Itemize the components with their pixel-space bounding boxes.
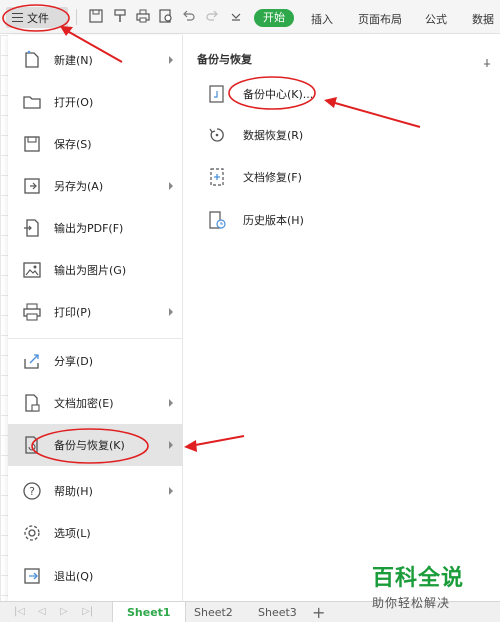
submenu-arrow-icon bbox=[169, 182, 173, 190]
menu-item-label: 保存(S) bbox=[54, 138, 92, 151]
submenu-item-label: 历史版本(H) bbox=[243, 214, 304, 227]
tab-data[interactable]: 数据 bbox=[472, 11, 494, 27]
menu-item-save[interactable]: 保存(S) bbox=[8, 123, 183, 165]
exit-icon bbox=[22, 566, 42, 586]
print-preview-icon[interactable] bbox=[159, 9, 173, 23]
menu-item-label: 分享(D) bbox=[54, 355, 94, 368]
backup-icon bbox=[22, 435, 42, 455]
hamburger-icon bbox=[12, 13, 23, 22]
encrypt-icon bbox=[22, 393, 42, 413]
tab-page-layout[interactable]: 页面布局 bbox=[358, 11, 402, 27]
submenu-arrow-icon bbox=[169, 308, 173, 316]
new-file-icon bbox=[22, 50, 42, 70]
first-sheet-icon[interactable]: |◁ bbox=[14, 606, 25, 617]
menu-item-options[interactable]: 选项(L) bbox=[8, 512, 183, 554]
menu-item-open[interactable]: 打开(O) bbox=[8, 81, 183, 123]
export-image-icon bbox=[22, 260, 42, 280]
pin-icon[interactable] bbox=[482, 58, 492, 71]
file-menu: 新建(N) 打开(O) 保存(S) 另存为(A) 输出为PDF(F) 输出为图片… bbox=[8, 35, 183, 601]
watermark-title: 百科全说 bbox=[372, 566, 465, 591]
menu-item-export-pdf[interactable]: 输出为PDF(F) bbox=[8, 207, 183, 249]
print-icon bbox=[22, 302, 42, 322]
customize-toolbar-icon[interactable] bbox=[229, 9, 243, 23]
save-as-icon bbox=[22, 176, 42, 196]
backup-center-icon bbox=[207, 84, 227, 104]
doc-repair-icon bbox=[207, 167, 227, 187]
menu-item-label: 备份与恢复(K) bbox=[54, 439, 125, 452]
submenu-arrow-icon bbox=[169, 56, 173, 64]
menu-divider bbox=[8, 338, 183, 339]
menu-item-label: 退出(Q) bbox=[54, 570, 94, 583]
last-sheet-icon[interactable]: ▷| bbox=[82, 606, 93, 617]
submenu-item-label: 备份中心(K)... bbox=[243, 88, 314, 101]
menu-item-label: 打开(O) bbox=[54, 96, 94, 109]
save-icon bbox=[22, 134, 42, 154]
add-sheet-button[interactable]: + bbox=[312, 603, 325, 622]
submenu-item-label: 文档修复(F) bbox=[243, 171, 302, 184]
submenu-item-label: 数据恢复(R) bbox=[243, 129, 304, 142]
sheet-tab-3[interactable]: Sheet3 bbox=[244, 602, 311, 622]
menu-item-label: 另存为(A) bbox=[54, 180, 104, 193]
submenu-item-doc-repair[interactable]: 文档修复(F) bbox=[207, 165, 302, 189]
history-version-icon bbox=[207, 210, 227, 230]
menu-item-encrypt[interactable]: 文档加密(E) bbox=[8, 382, 183, 424]
menu-item-label: 选项(L) bbox=[54, 527, 91, 540]
next-sheet-icon[interactable]: ▷ bbox=[60, 606, 68, 617]
menu-item-exit[interactable]: 退出(Q) bbox=[8, 555, 183, 597]
menu-item-label: 文档加密(E) bbox=[54, 397, 114, 410]
menu-item-backup-restore[interactable]: 备份与恢复(K) bbox=[8, 424, 183, 466]
menu-item-save-as[interactable]: 另存为(A) bbox=[8, 165, 183, 207]
sheet-tab-2[interactable]: Sheet2 bbox=[180, 602, 247, 622]
save-toolbar-icon[interactable] bbox=[89, 9, 103, 23]
menu-item-label: 输出为图片(G) bbox=[54, 264, 127, 277]
watermark-subtitle: 助你轻松解决 bbox=[372, 596, 451, 610]
options-gear-icon bbox=[22, 523, 42, 543]
format-painter-icon[interactable] bbox=[113, 9, 127, 23]
submenu-arrow-icon bbox=[169, 487, 173, 495]
sheet-tab-1[interactable]: Sheet1 bbox=[112, 602, 186, 622]
print-toolbar-icon[interactable] bbox=[136, 9, 150, 23]
toolbar-separator bbox=[76, 9, 77, 25]
file-menu-button[interactable]: 文件 bbox=[6, 7, 68, 28]
data-recovery-icon bbox=[207, 125, 227, 145]
menu-item-label: 打印(P) bbox=[54, 306, 92, 319]
submenu-item-history-version[interactable]: 历史版本(H) bbox=[207, 208, 304, 232]
menu-item-print[interactable]: 打印(P) bbox=[8, 291, 183, 333]
open-folder-icon bbox=[22, 92, 42, 112]
help-icon: ? bbox=[22, 481, 42, 501]
menu-item-label: 输出为PDF(F) bbox=[54, 222, 124, 235]
menu-item-new[interactable]: 新建(N) bbox=[8, 39, 183, 81]
menu-item-export-image[interactable]: 输出为图片(G) bbox=[8, 249, 183, 291]
tab-insert[interactable]: 插入 bbox=[311, 11, 333, 27]
menu-item-share[interactable]: 分享(D) bbox=[8, 340, 183, 382]
submenu-arrow-icon bbox=[169, 441, 173, 449]
submenu-item-backup-center[interactable]: 备份中心(K)... bbox=[207, 82, 313, 106]
prev-sheet-icon[interactable]: ◁ bbox=[38, 606, 46, 617]
share-icon bbox=[22, 351, 42, 371]
backup-submenu: 备份与恢复 备份中心(K)... 数据恢复(R) 文档修复(F) 历史版本(H) bbox=[183, 35, 500, 601]
svg-text:?: ? bbox=[29, 485, 35, 498]
watermark-logo: 百科全说 助你轻松解决 bbox=[372, 560, 494, 611]
file-menu-label: 文件 bbox=[27, 11, 49, 25]
tab-formula[interactable]: 公式 bbox=[425, 11, 447, 27]
tab-start[interactable]: 开始 bbox=[254, 9, 294, 27]
menu-item-label: 新建(N) bbox=[54, 54, 93, 67]
submenu-item-data-recovery[interactable]: 数据恢复(R) bbox=[207, 123, 303, 147]
redo-icon[interactable] bbox=[205, 9, 219, 23]
menu-item-label: 帮助(H) bbox=[54, 485, 93, 498]
submenu-arrow-icon bbox=[169, 399, 173, 407]
submenu-title: 备份与恢复 bbox=[197, 53, 252, 66]
menu-item-help[interactable]: ? 帮助(H) bbox=[8, 470, 183, 512]
export-pdf-icon bbox=[22, 218, 42, 238]
undo-icon[interactable] bbox=[182, 9, 196, 23]
toolbar: 文件 开始 插入 页面布局 公式 数据 bbox=[0, 0, 500, 34]
